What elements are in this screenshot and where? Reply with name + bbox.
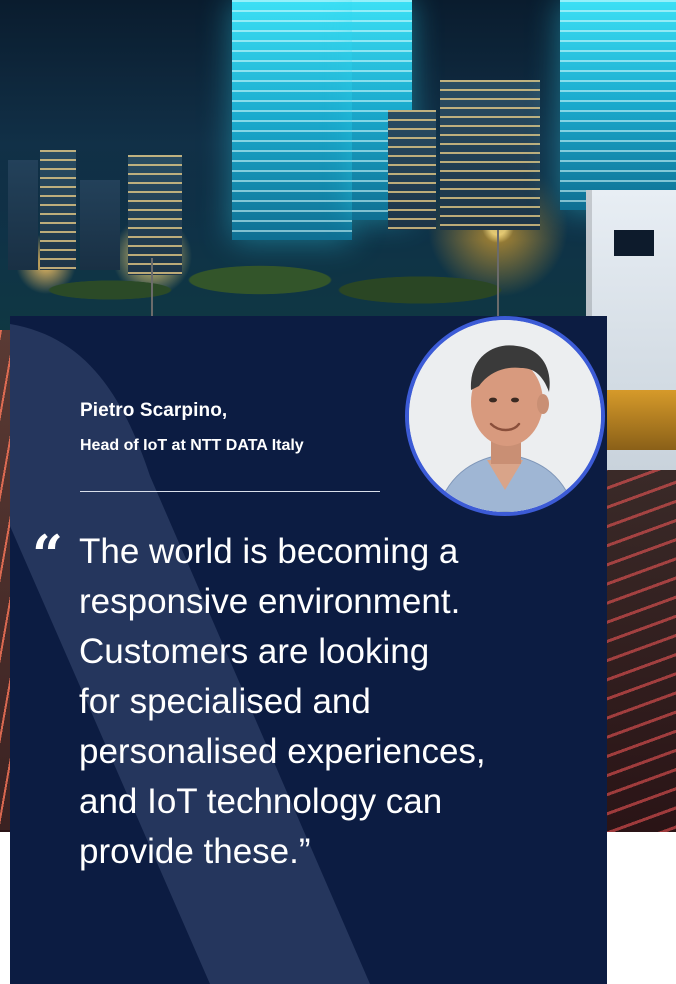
quote-line: The world is becoming a [79, 532, 459, 571]
author-name: Pietro Scarpino, [80, 400, 228, 421]
quote-line: personalised experiences, [79, 732, 486, 771]
quote-text: The world is becoming a responsive envir… [79, 527, 579, 877]
quote-line: and IoT technology can [79, 782, 443, 821]
street-lamp [497, 230, 499, 320]
quote-line: for specialised and [79, 682, 371, 721]
tree-line [0, 220, 560, 330]
quote-line: Customers are looking [79, 632, 430, 671]
quote-card-page: Pietro Scarpino, Head of IoT at NTT DATA… [0, 0, 676, 984]
avatar [409, 320, 601, 512]
author-title: Head of IoT at NTT DATA Italy [80, 437, 304, 454]
portrait-illustration [409, 320, 601, 512]
quote-open-icon: “ [32, 523, 63, 587]
quote-line: responsive environment. [79, 582, 461, 621]
yellow-truck [600, 390, 676, 450]
skyline-building [440, 80, 540, 230]
quote-line: provide these.” [79, 832, 311, 871]
skyline-tower-cyan [232, 0, 352, 240]
avatar-ring [405, 316, 605, 516]
skyline-tower-cyan [560, 0, 676, 210]
skyline-building [388, 110, 436, 230]
light-trail-road [600, 470, 676, 832]
street-lamp [151, 258, 153, 318]
divider [80, 491, 380, 492]
